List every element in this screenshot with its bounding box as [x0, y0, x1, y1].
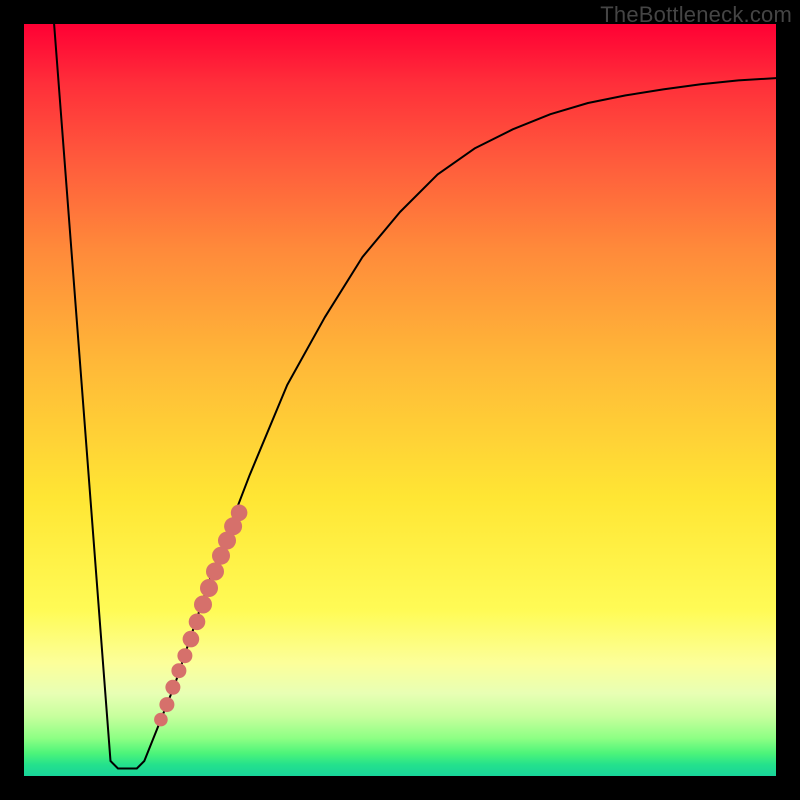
cluster-dot: [154, 713, 168, 727]
bottleneck-curve-path: [54, 24, 776, 769]
cluster-dots: [154, 505, 247, 727]
watermark-text: TheBottleneck.com: [600, 2, 792, 28]
cluster-dot: [183, 631, 200, 648]
cluster-dot: [189, 614, 206, 631]
cluster-dot: [159, 697, 174, 712]
chart-frame: TheBottleneck.com: [0, 0, 800, 800]
cluster-dot: [206, 563, 224, 581]
cluster-dot: [171, 663, 186, 678]
cluster-dot: [200, 579, 218, 597]
cluster-dot: [177, 648, 192, 663]
plot-area: [24, 24, 776, 776]
cluster-dot: [231, 505, 248, 522]
cluster-dot: [194, 596, 212, 614]
cluster-dot: [165, 680, 180, 695]
chart-svg: [24, 24, 776, 776]
bottleneck-curve: [54, 24, 776, 769]
